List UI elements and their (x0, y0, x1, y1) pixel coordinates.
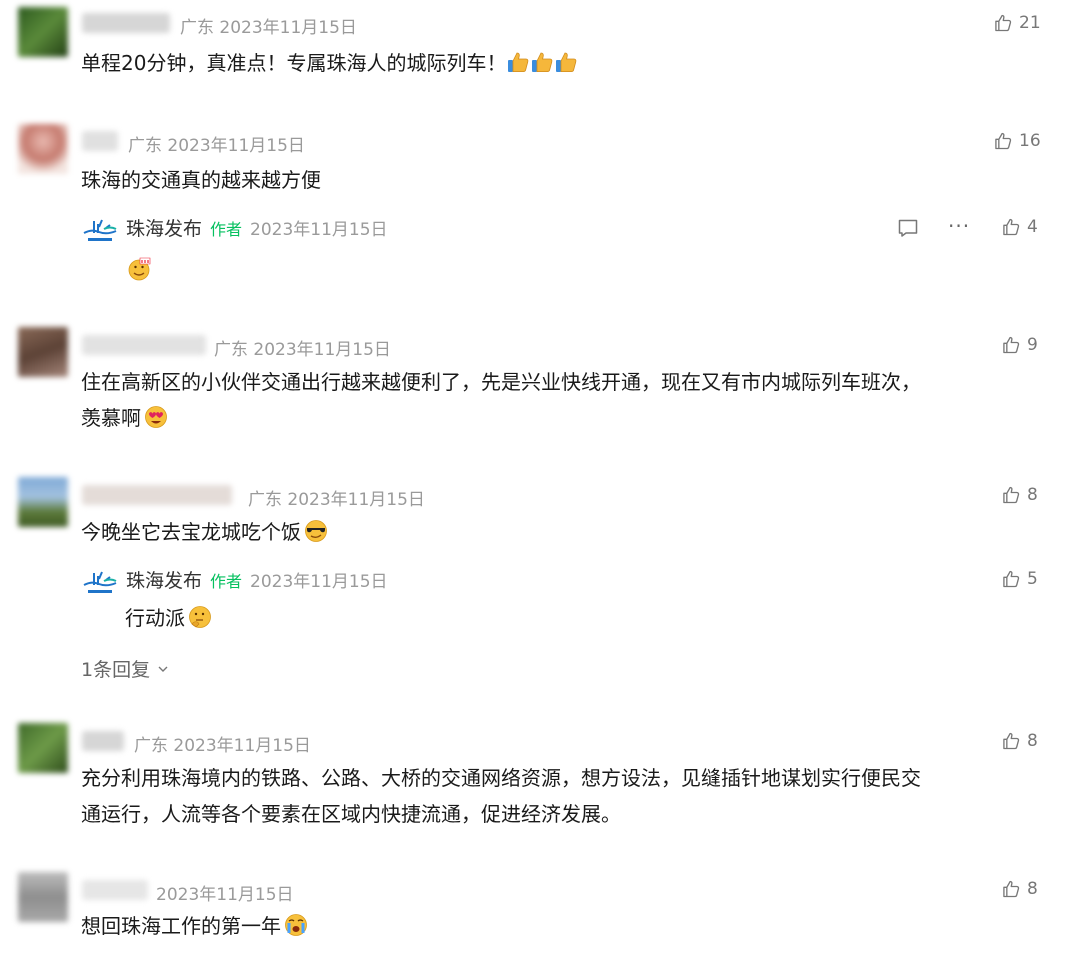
reply-button[interactable] (896, 216, 920, 244)
chevron-down-icon (158, 666, 168, 672)
author-name[interactable]: 珠海发布 (126, 214, 202, 241)
username-blurred[interactable] (82, 335, 206, 355)
location: 广东 (180, 18, 214, 38)
reply-meta: 珠海发布 作者 2023年11月15日 (126, 214, 388, 241)
comment-meta: 广东 2023年11月15日 (180, 13, 357, 38)
zhuhai-logo-icon[interactable] (82, 216, 118, 248)
like-count: 8 (1027, 731, 1038, 751)
like-button[interactable]: 8 (1001, 879, 1038, 899)
avatar[interactable] (18, 872, 68, 922)
thumb-up-icon (1001, 217, 1021, 237)
thumbs-up-emoji-icon (530, 50, 554, 74)
comment-text: 想回珠海工作的第一年 (81, 908, 309, 944)
view-replies-button[interactable]: 1条回复 (81, 655, 170, 682)
date: 2023年11月15日 (250, 572, 388, 592)
thumb-up-icon (1001, 335, 1021, 355)
date: 2023年11月15日 (287, 490, 425, 510)
comment-meta: 广东 2023年11月15日 (248, 485, 425, 510)
like-button[interactable]: 16 (993, 131, 1041, 151)
comment-meta: 广东 2023年11月15日 (214, 335, 391, 360)
location: 广东 (128, 136, 162, 156)
like-button[interactable]: 8 (1001, 731, 1038, 751)
username-blurred[interactable] (82, 13, 170, 33)
date: 2023年11月15日 (167, 136, 305, 156)
comment-meta: 广东 2023年11月15日 (128, 131, 305, 156)
thumb-up-icon (1001, 731, 1021, 751)
comment-text: 充分利用珠海境内的铁路、公路、大桥的交通网络资源，想方设法，见缝插针地谋划实行便… (81, 766, 921, 826)
author-tag: 作者 (210, 220, 243, 239)
like-button[interactable]: 9 (1001, 335, 1038, 355)
avatar[interactable] (18, 477, 68, 527)
sunglasses-emoji-icon (305, 520, 327, 542)
date: 2023年11月15日 (253, 340, 391, 360)
like-count: 16 (1019, 131, 1041, 151)
like-button[interactable]: 4 (1001, 217, 1038, 237)
author-tag: 作者 (210, 572, 243, 591)
date: 2023年11月15日 (156, 885, 294, 905)
date: 2023年11月15日 (250, 220, 388, 240)
like-count: 4 (1027, 217, 1038, 237)
heart-eyes-emoji-icon (145, 406, 167, 428)
replies-label: 1条回复 (81, 659, 151, 681)
author-name[interactable]: 珠海发布 (126, 566, 202, 593)
avatar[interactable] (18, 723, 68, 773)
location: 广东 (214, 340, 248, 360)
comment-meta: 广东 2023年11月15日 (134, 731, 311, 756)
thumb-up-icon (993, 131, 1013, 151)
avatar[interactable] (18, 7, 68, 57)
username-blurred[interactable] (82, 485, 232, 505)
thinking-emoji-icon (189, 606, 211, 628)
more-icon[interactable]: ··· (948, 214, 970, 238)
reply-meta: 珠海发布 作者 2023年11月15日 (126, 566, 388, 593)
like-count: 21 (1019, 13, 1041, 33)
zhuhai-logo-icon[interactable] (82, 568, 118, 600)
like-count: 8 (1027, 879, 1038, 899)
comment-icon (898, 219, 918, 237)
thumb-up-icon (1001, 569, 1021, 589)
like-button[interactable]: 8 (1001, 485, 1038, 505)
like-count: 5 (1027, 569, 1038, 589)
like-count: 9 (1027, 335, 1038, 355)
thumb-up-icon (993, 13, 1013, 33)
date: 2023年11月15日 (219, 18, 357, 38)
thumbs-up-emoji-icon (506, 50, 530, 74)
username-blurred[interactable] (82, 131, 118, 151)
thumb-up-icon (1001, 485, 1021, 505)
like-button[interactable]: 21 (993, 13, 1041, 33)
avatar[interactable] (18, 327, 68, 377)
comment-meta: 2023年11月15日 (156, 880, 294, 905)
avatar[interactable] (18, 124, 68, 174)
crying-emoji-icon (285, 914, 307, 936)
location: 广东 (134, 736, 168, 756)
reply-text: 行动派 (125, 600, 213, 636)
emoji-666 (126, 254, 154, 286)
comment-text: 住在高新区的小伙伴交通出行越来越便利了，先是兴业快线开通，现在又有市内城际列车班… (81, 370, 921, 430)
like-button[interactable]: 5 (1001, 569, 1038, 589)
comment-text: 今晚坐它去宝龙城吃个饭 (81, 514, 329, 550)
username-blurred[interactable] (82, 731, 124, 751)
thumbs-up-emoji-icon (554, 50, 578, 74)
username-blurred[interactable] (82, 880, 148, 900)
date: 2023年11月15日 (173, 736, 311, 756)
comment-text: 单程20分钟，真准点！专属珠海人的城际列车！ (81, 45, 578, 81)
emoji-666-icon (128, 257, 151, 281)
location: 广东 (248, 490, 282, 510)
like-count: 8 (1027, 485, 1038, 505)
thumb-up-icon (1001, 879, 1021, 899)
comment-text: 珠海的交通真的越来越方便 (81, 168, 321, 192)
